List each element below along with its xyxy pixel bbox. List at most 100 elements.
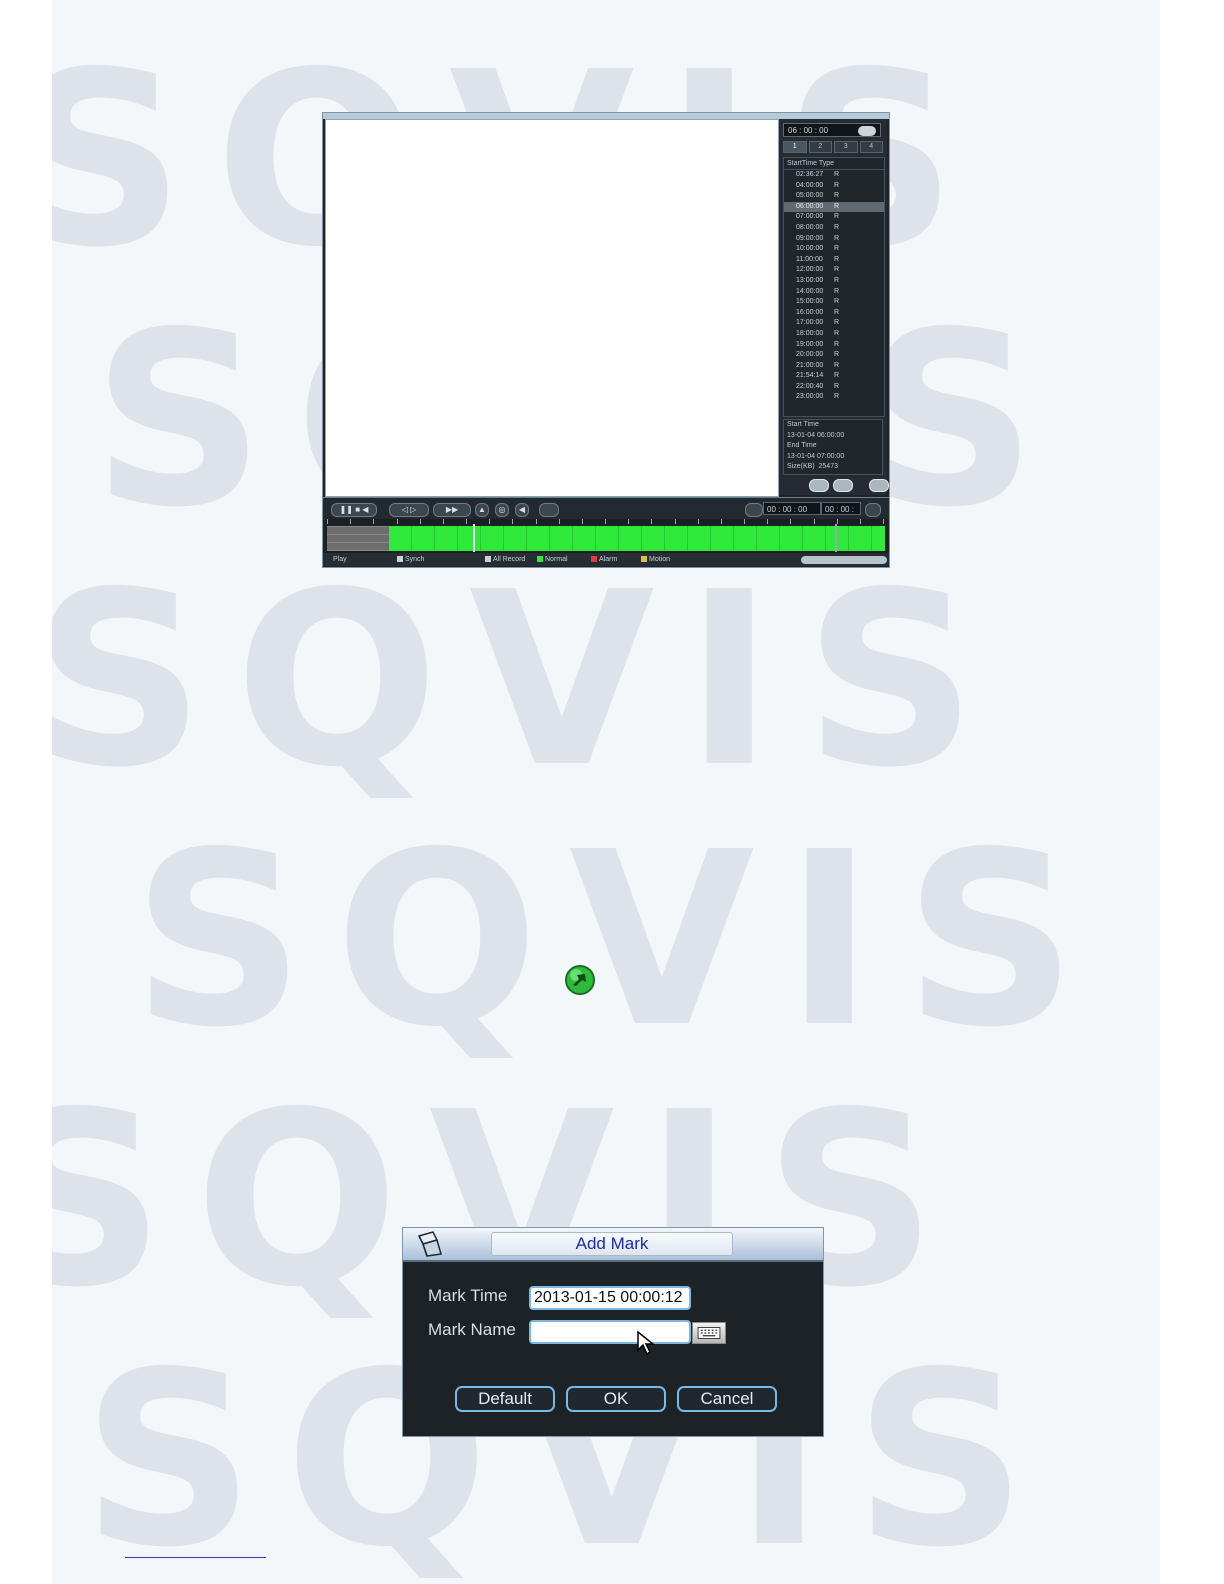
synch-label: Synch: [405, 556, 425, 563]
smart-search-icon[interactable]: ◎: [495, 503, 509, 517]
motion-checkbox[interactable]: [641, 556, 647, 562]
add-mark-dialog: Add Mark Mark Time 2013-01-15 00:00:12 M…: [402, 1227, 824, 1437]
timeline-cursor[interactable]: [473, 524, 475, 552]
back-button[interactable]: [869, 479, 889, 492]
tab-channel-2[interactable]: 2: [808, 141, 832, 153]
tab-channel-1[interactable]: 1: [783, 141, 807, 153]
record-type: R: [834, 287, 840, 295]
record-row[interactable]: 08:00:00 R: [784, 223, 884, 234]
record-row[interactable]: 02:36:27 R: [784, 170, 884, 181]
playback-toolbar: ❚❚ ■ ◀ ◁ ▷ ▶▶ ▲ ◎ ◀ 00 : 00 : 00 00 : 00…: [323, 497, 889, 527]
record-row[interactable]: 15:00:00 R: [784, 297, 884, 308]
record-type: R: [834, 393, 840, 401]
record-type: R: [834, 276, 840, 284]
clip-icon[interactable]: [745, 503, 763, 517]
record-row[interactable]: 14:00:00 R: [784, 287, 884, 298]
keyboard-icon[interactable]: [692, 1322, 726, 1344]
timeline-hour-tick: [350, 519, 352, 524]
legend-normal[interactable]: Normal: [537, 553, 568, 566]
timeline-zoom-buttons[interactable]: [801, 556, 887, 564]
record-row[interactable]: 07:00:00 R: [784, 212, 884, 223]
size-label: Size(KB): [787, 463, 815, 470]
mark-name-field[interactable]: [529, 1320, 691, 1344]
legend-all-record[interactable]: All Record: [485, 553, 525, 566]
all-record-checkbox[interactable]: [485, 556, 491, 562]
video-area[interactable]: [325, 119, 779, 497]
timeline[interactable]: [325, 519, 887, 553]
legend-motion[interactable]: Motion: [641, 553, 670, 566]
synch-checkbox[interactable]: [397, 556, 403, 562]
record-row[interactable]: 09:00:00 R: [784, 234, 884, 245]
save-clip-icon[interactable]: [865, 503, 881, 517]
record-start-time: 19:00:00: [796, 340, 824, 348]
default-button[interactable]: Default: [455, 1386, 555, 1412]
record-rows: 02:36:27 R 04:00:00 R 05:00:00 R 06:00:00 R 07:0…: [784, 170, 884, 403]
legend-alarm[interactable]: Alarm: [591, 553, 617, 566]
record-row[interactable]: 20:00:00 R: [784, 350, 884, 361]
record-row[interactable]: 23:00:00 R: [784, 392, 884, 403]
record-row[interactable]: 04:00:00 R: [784, 181, 884, 192]
mark-time-field[interactable]: 2013-01-15 00:00:12: [529, 1286, 691, 1310]
record-row[interactable]: 22:00:40 R: [784, 382, 884, 393]
record-row[interactable]: 19:00:00 R: [784, 340, 884, 351]
timeline-hour-tick: [327, 519, 328, 524]
cancel-button[interactable]: Cancel: [677, 1386, 777, 1412]
play-pause-stop-icon[interactable]: ❚❚ ■ ◀: [331, 503, 377, 517]
time-input[interactable]: 06 : 00 : 00: [783, 123, 881, 137]
volume-icon[interactable]: ◀: [515, 503, 529, 517]
record-row[interactable]: 11:00:00 R: [784, 255, 884, 266]
dialog-title: Add Mark: [491, 1232, 733, 1256]
record-type: R: [834, 192, 840, 200]
timeline-hour-tick: [512, 519, 514, 524]
clip-end-time[interactable]: 00 : 00 : 00: [821, 502, 861, 527]
timeline-marker: [835, 524, 837, 552]
record-sidebar: 06 : 00 : 00 1 2 3 4 StartTime Type 02:3…: [779, 119, 889, 495]
timeline-legend: Play Synch All Record Normal Alarm Motio…: [323, 553, 889, 566]
list-detail-button[interactable]: [833, 479, 853, 492]
record-start-time: 22:00:40: [796, 382, 824, 390]
record-row[interactable]: 06:00:00 R: [784, 201, 884, 213]
timeline-hour-tick: [489, 519, 491, 524]
size-value: 25473: [818, 463, 838, 470]
dialog-title-bar: Add Mark: [403, 1228, 823, 1262]
timeline-hour-tick: [442, 519, 444, 524]
record-row[interactable]: 13:00:00 R: [784, 276, 884, 287]
slow-icon[interactable]: ◁ ▷: [389, 503, 429, 517]
record-start-time: 21:54:14: [796, 372, 824, 380]
watermark: SQVIS: [132, 800, 1107, 1080]
record-row[interactable]: 16:00:00 R: [784, 308, 884, 319]
alarm-checkbox[interactable]: [591, 556, 597, 562]
record-row[interactable]: 21:00:00 R: [784, 361, 884, 372]
tab-channel-4[interactable]: 4: [859, 141, 883, 153]
record-start-time: 08:00:00: [796, 223, 824, 231]
fast-forward-icon[interactable]: ▶▶: [433, 503, 471, 517]
record-row[interactable]: 10:00:00 R: [784, 244, 884, 255]
record-row[interactable]: 21:54:14 R: [784, 371, 884, 382]
record-row[interactable]: 05:00:00 R: [784, 191, 884, 202]
mark-time-label: Mark Time: [428, 1286, 508, 1305]
legend-synch[interactable]: Synch: [397, 553, 424, 566]
ok-button[interactable]: OK: [566, 1386, 666, 1412]
record-row[interactable]: 12:00:00 R: [784, 265, 884, 276]
record-type: R: [834, 361, 840, 369]
clip-start-time[interactable]: 00 : 00 : 00: [763, 502, 821, 515]
timeline-no-record-bar: [327, 526, 389, 551]
volume-slider[interactable]: [539, 503, 559, 517]
record-type: R: [834, 213, 840, 221]
timeline-hour-tick: [744, 519, 745, 524]
timeline-hour-tick: [720, 519, 722, 524]
normal-checkbox[interactable]: [537, 556, 543, 562]
timeline-normal-record-bar: [389, 526, 885, 551]
timeline-hour-tick: [558, 519, 560, 524]
record-row[interactable]: 17:00:00 R: [784, 318, 884, 329]
channel-tabs: 1 2 3 4: [783, 141, 883, 153]
tab-channel-3[interactable]: 3: [834, 141, 858, 153]
list-toggle-button[interactable]: [809, 479, 829, 492]
end-time-label: End Time: [787, 442, 817, 449]
record-start-time: 18:00:00: [796, 329, 824, 337]
record-start-time: 07:00:00: [796, 213, 824, 221]
record-row[interactable]: 18:00:00 R: [784, 329, 884, 340]
record-start-time: 11:00:00: [796, 255, 823, 263]
calendar-icon[interactable]: [858, 126, 876, 136]
frame-step-icon[interactable]: ▲: [475, 503, 489, 517]
